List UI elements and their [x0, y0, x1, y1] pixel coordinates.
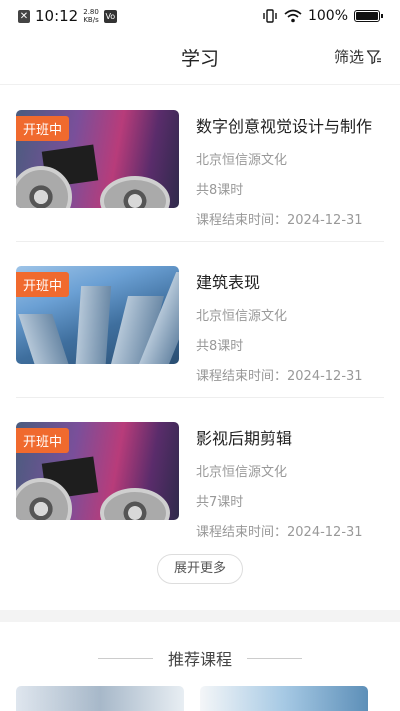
battery-percent: 100% — [307, 8, 348, 24]
divider — [16, 397, 384, 398]
course-lessons: 共7课时 — [196, 495, 244, 510]
course-info: 影视后期剪辑 北京恒信源文化 共7课时 课程结束时间：2024-12-31 — [196, 422, 384, 540]
filter-icon — [366, 49, 381, 64]
course-end-date: 课程结束时间：2024-12-31 — [196, 369, 363, 384]
film-reel-shape — [100, 488, 170, 520]
wifi-icon — [284, 9, 302, 23]
course-lessons: 共8课时 — [196, 183, 244, 198]
divider-line — [247, 658, 302, 659]
network-speed-value: 2.80 — [83, 8, 99, 16]
network-speed: 2.80 KB/s — [83, 8, 99, 24]
filter-button[interactable]: 筛选 — [334, 46, 382, 67]
recommend-title: 推荐课程 — [167, 650, 232, 669]
course-card[interactable]: 开班中 影视后期剪辑 北京恒信源文化 共7课时 课程结束时间：2024-12-3… — [16, 422, 384, 554]
course-card[interactable]: 开班中 数字创意视觉设计与制作 北京恒信源文化 共8课时 课程结束时间：2024… — [16, 110, 384, 242]
course-card[interactable]: 开班中 建筑表现 北京恒信源文化 共8课时 课程结束时间：2024-12-31 — [16, 266, 384, 398]
recommend-card[interactable] — [200, 686, 368, 711]
notification-icon: ✕ — [18, 9, 30, 23]
status-time: 10:12 — [35, 7, 79, 25]
status-bar: ✕ 10:12 2.80 KB/s Vo 100% — [0, 0, 400, 34]
course-thumbnail: 开班中 — [16, 422, 179, 520]
network-speed-unit: KB/s — [83, 16, 99, 24]
volte-icon: Vo — [103, 9, 117, 23]
status-badge: 开班中 — [16, 116, 70, 141]
divider — [16, 241, 384, 242]
status-right: 100% — [262, 8, 383, 24]
course-info: 建筑表现 北京恒信源文化 共8课时 课程结束时间：2024-12-31 — [196, 266, 384, 384]
course-thumbnail: 开班中 — [16, 110, 179, 208]
section-separator — [0, 610, 400, 622]
film-reel-shape — [100, 176, 170, 208]
status-badge: 开班中 — [16, 428, 70, 453]
course-end-date: 课程结束时间：2024-12-31 — [196, 213, 363, 228]
building-shape — [74, 286, 112, 364]
vibrate-icon — [263, 9, 277, 23]
course-provider: 北京恒信源文化 — [196, 465, 288, 480]
status-left: ✕ 10:12 2.80 KB/s Vo — [18, 7, 117, 25]
building-shape — [18, 314, 72, 364]
page-header: 学习 筛选 — [0, 34, 400, 85]
course-info: 数字创意视觉设计与制作 北京恒信源文化 共8课时 课程结束时间：2024-12-… — [196, 110, 384, 228]
expand-more-button[interactable]: 展开更多 — [157, 554, 243, 584]
filter-label: 筛选 — [333, 48, 364, 66]
course-title: 数字创意视觉设计与制作 — [196, 117, 373, 136]
course-thumbnail: 开班中 — [16, 266, 179, 364]
battery-icon — [354, 10, 383, 22]
course-title: 建筑表现 — [196, 273, 261, 292]
course-title: 影视后期剪辑 — [196, 429, 293, 448]
course-provider: 北京恒信源文化 — [196, 309, 288, 324]
recommend-header: 推荐课程 — [0, 646, 400, 670]
course-provider: 北京恒信源文化 — [196, 153, 288, 168]
course-lessons: 共8课时 — [196, 339, 244, 354]
course-end-date: 课程结束时间：2024-12-31 — [196, 525, 363, 540]
recommend-card[interactable] — [16, 686, 184, 711]
status-badge: 开班中 — [16, 272, 70, 297]
